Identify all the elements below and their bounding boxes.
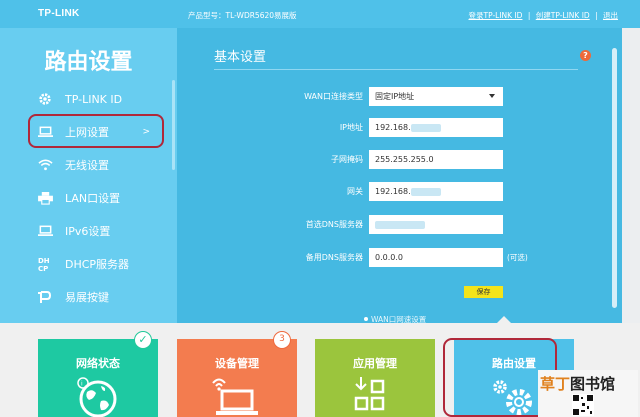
- separator: |: [527, 11, 531, 20]
- active-pointer: [496, 316, 512, 324]
- field-label: 网关: [347, 187, 363, 196]
- caret-down-icon: [489, 94, 495, 98]
- sidebar-item-dhcp[interactable]: DH CP DHCP服务器: [0, 249, 177, 279]
- redacted-blur: [410, 123, 441, 132]
- field-label: 首选DNS服务器: [305, 220, 363, 229]
- sidebar-item-ipv6[interactable]: IPv6设置: [0, 216, 177, 246]
- sidebar-item-tplink-id[interactable]: TP-LINK ID: [0, 84, 177, 114]
- device-count-badge: 3: [273, 331, 291, 349]
- field-label: 子网掩码: [331, 155, 363, 164]
- main-scrollbar[interactable]: [612, 48, 617, 308]
- tile-device-management[interactable]: 设备管理: [177, 339, 297, 417]
- primary-dns-input[interactable]: [369, 215, 503, 234]
- exit-link[interactable]: 退出: [603, 11, 618, 20]
- field-value: 192.168.: [375, 187, 411, 196]
- apps-icon: [352, 375, 398, 417]
- tile-app-management[interactable]: 应用管理: [315, 339, 435, 417]
- top-links: 登录TP-LINK ID | 创建TP-LINK ID | 退出: [469, 10, 619, 21]
- brand-logo: TP-LINK: [38, 8, 80, 19]
- wan-type-select[interactable]: 固定IP地址: [369, 87, 503, 106]
- field-value: 0.0.0.0: [375, 253, 403, 262]
- svg-text:i: i: [81, 381, 83, 388]
- redacted-blur: [375, 220, 425, 229]
- laptop-wifi-icon: [212, 375, 262, 417]
- field-value: 255.255.255.0: [375, 155, 434, 164]
- tile-label: 网络状态: [76, 357, 120, 370]
- help-icon[interactable]: ?: [580, 50, 591, 61]
- svg-text:DH: DH: [38, 257, 50, 265]
- sidebar-title: 路由设置: [44, 50, 133, 75]
- sidebar-item-label: IPv6设置: [65, 225, 111, 238]
- tile-label: 应用管理: [353, 357, 397, 370]
- mesh-button-icon: [35, 290, 55, 304]
- field-value: 192.168.: [375, 123, 411, 132]
- dhcp-icon: DH CP: [35, 256, 55, 272]
- watermark-logo: 草丁图书馆: [540, 375, 616, 393]
- selected-value: 固定IP地址: [375, 92, 415, 101]
- form-row-primary-dns: 首选DNS服务器: [177, 215, 622, 236]
- sidebar-item-label: 无线设置: [65, 159, 109, 172]
- secondary-dns-input[interactable]: 0.0.0.0: [369, 248, 503, 267]
- laptop-icon: [35, 225, 55, 237]
- product-model: 产品型号：TL-WDR5620易展版: [188, 11, 297, 20]
- gear-icon: [35, 92, 55, 106]
- watermark: 草丁图书馆: [538, 370, 638, 417]
- sidebar-item-label: DHCP服务器: [65, 258, 130, 271]
- sidebar-item-label: 易展按键: [65, 291, 109, 304]
- tile-label: 设备管理: [215, 357, 259, 370]
- separator: |: [595, 11, 598, 20]
- settings-panel: 基本设置 ? WAN口连接类型 固定IP地址 IP地址 192.168. 子网掩…: [177, 28, 622, 324]
- qr-code-icon: [572, 394, 594, 416]
- wifi-icon: [35, 159, 55, 171]
- svg-text:CP: CP: [38, 265, 48, 272]
- field-label: IP地址: [339, 123, 363, 132]
- tile-network-status[interactable]: 网络状态 i: [38, 339, 158, 417]
- sidebar-item-mesh-button[interactable]: 易展按键: [0, 282, 177, 312]
- ip-address-input[interactable]: 192.168.: [369, 118, 503, 137]
- sidebar-item-lan[interactable]: LAN口设置: [0, 183, 177, 213]
- form-row-gateway: 网关 192.168.: [177, 182, 622, 203]
- form-row-secondary-dns: 备用DNS服务器 0.0.0.0 (可选): [177, 248, 622, 269]
- page-title: 基本设置: [214, 50, 267, 65]
- sidebar-scrollbar[interactable]: [172, 80, 175, 170]
- optional-note: (可选): [507, 253, 528, 262]
- highlight-circle: [28, 114, 164, 148]
- field-label: WAN口连接类型: [304, 92, 363, 101]
- sidebar-item-label: TP-LINK ID: [65, 92, 123, 106]
- form-row-subnet: 子网掩码 255.255.255.0: [177, 150, 622, 171]
- sidebar: 路由设置 TP-LINK ID 上网设置 > 无线设置 LAN口设置 IPv6设…: [0, 28, 177, 323]
- subnet-mask-input[interactable]: 255.255.255.0: [369, 150, 503, 169]
- form-row-wan-type: WAN口连接类型 固定IP地址: [177, 87, 622, 108]
- sidebar-item-wireless[interactable]: 无线设置: [0, 150, 177, 180]
- printer-icon: [35, 191, 55, 205]
- sidebar-item-label: LAN口设置: [65, 192, 121, 205]
- save-button[interactable]: 保存: [464, 286, 503, 298]
- divider: [214, 69, 578, 70]
- gateway-input[interactable]: 192.168.: [369, 182, 503, 201]
- redacted-blur: [410, 187, 441, 196]
- create-tplink-id-link[interactable]: 创建TP-LINK ID: [536, 11, 590, 20]
- login-tplink-id-link[interactable]: 登录TP-LINK ID: [469, 11, 523, 20]
- field-label: 备用DNS服务器: [305, 253, 363, 262]
- globe-icon: i: [75, 375, 121, 417]
- collapse-dot-icon: [364, 317, 368, 321]
- status-ok-badge: ✓: [134, 331, 152, 349]
- form-row-ip: IP地址 192.168.: [177, 118, 622, 139]
- top-bar: TP-LINK 产品型号：TL-WDR5620易展版 登录TP-LINK ID …: [0, 0, 640, 28]
